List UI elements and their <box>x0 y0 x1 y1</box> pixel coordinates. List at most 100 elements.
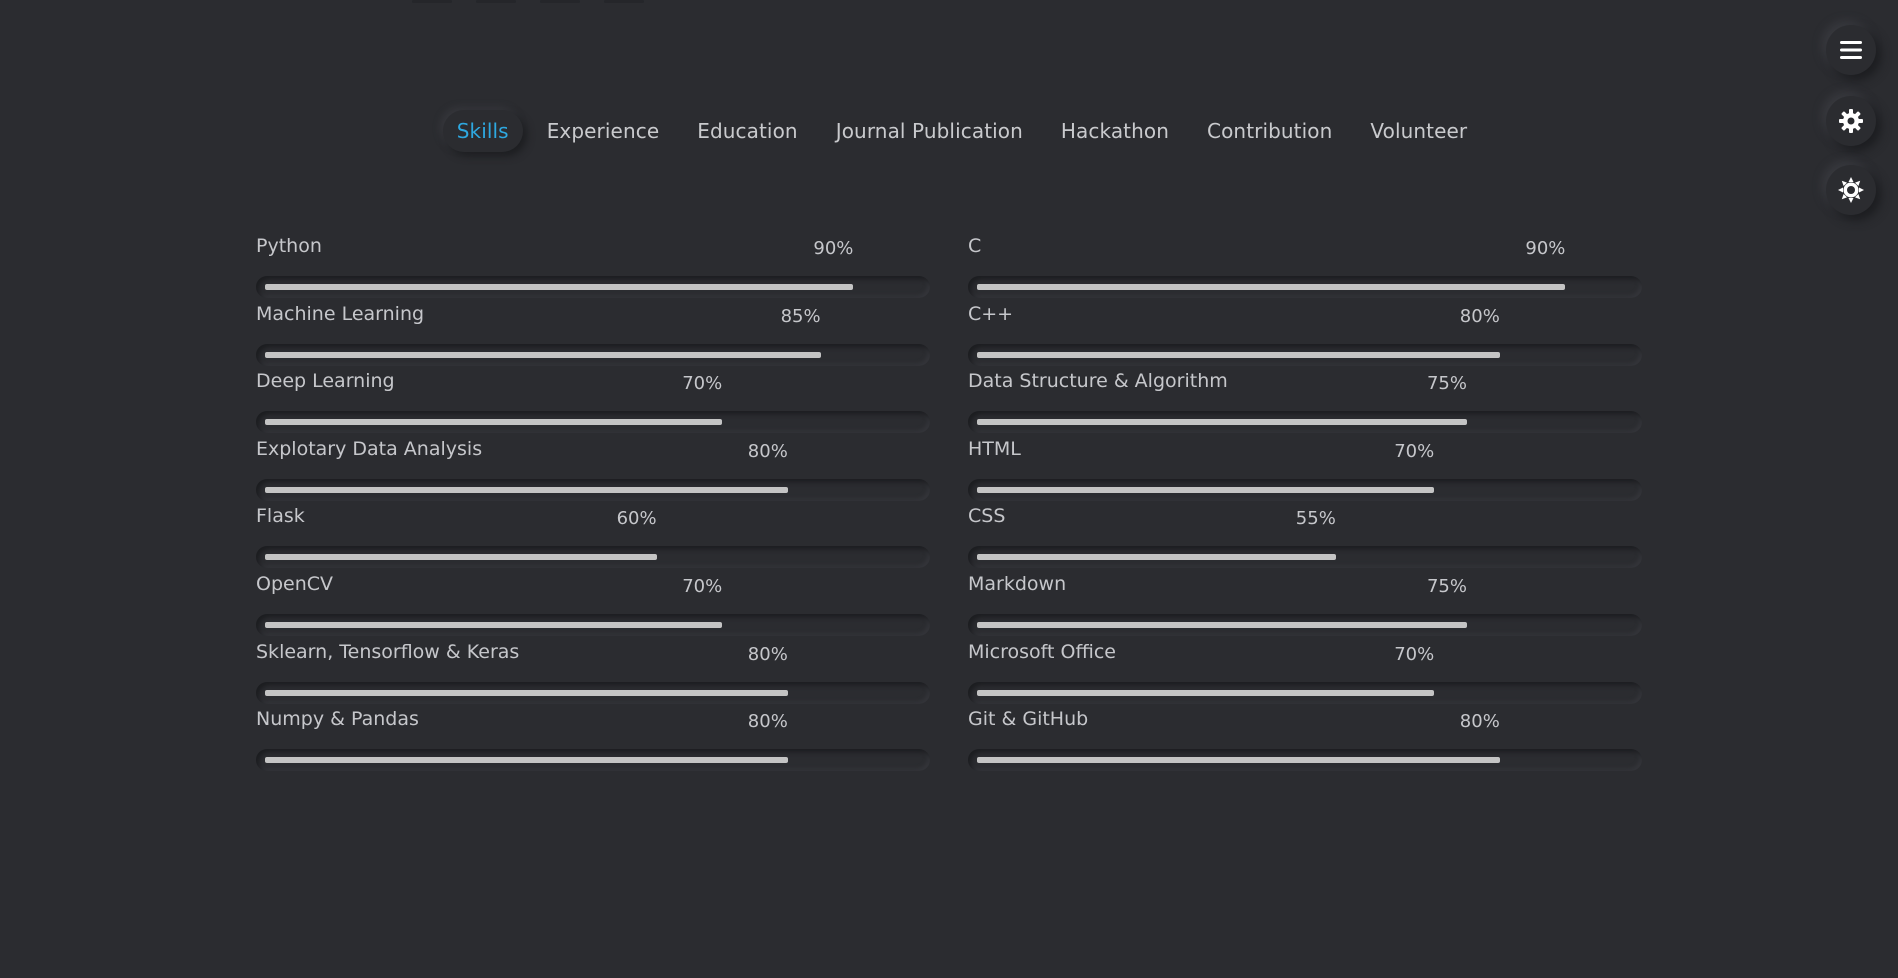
skill-row-deep-learning: Deep Learning 70% <box>256 367 930 435</box>
skill-row-css: CSS 55% <box>968 502 1642 570</box>
skill-percent-label: 70% <box>1394 440 1435 462</box>
skill-percent-label: 80% <box>747 643 788 665</box>
skill-name: CSS <box>968 505 1006 528</box>
tab-education[interactable]: Education <box>683 110 811 152</box>
skill-name: OpenCV <box>256 572 334 595</box>
progress-fill <box>265 757 788 764</box>
skill-percent-label: 90% <box>1525 238 1566 259</box>
skill-percent-label: 80% <box>747 440 788 462</box>
progress-track <box>256 478 930 501</box>
skill-row-microsoft-office: Microsoft Office 70% <box>968 638 1642 706</box>
progress-fill <box>265 554 657 561</box>
skill-percent-label: 55% <box>1295 508 1336 530</box>
progress-fill <box>977 284 1566 290</box>
skill-name: Markdown <box>968 572 1067 595</box>
top-decoration <box>604 0 644 3</box>
tab-experience[interactable]: Experience <box>533 110 674 152</box>
menu-button[interactable] <box>1826 25 1876 75</box>
progress-track <box>968 681 1642 704</box>
skill-row-flask: Flask 60% <box>256 502 930 570</box>
top-decoration <box>412 0 452 3</box>
skill-name: HTML <box>968 437 1021 460</box>
progress-fill <box>977 351 1500 358</box>
progress-fill <box>265 689 788 696</box>
skill-percent-label: 70% <box>682 373 723 395</box>
skill-name: Explotary Data Analysis <box>256 437 483 460</box>
top-decoration <box>540 0 580 3</box>
skill-name: Numpy & Pandas <box>256 708 419 731</box>
progress-track <box>256 681 930 704</box>
progress-fill <box>265 486 788 493</box>
progress-fill <box>977 757 1500 764</box>
progress-fill <box>265 621 723 628</box>
page: Skills Experience Education Journal Publ… <box>0 0 1898 978</box>
skill-row-git-github: Git & GitHub 80% <box>968 705 1642 773</box>
skill-percent-label: 85% <box>780 305 821 327</box>
skill-row-markdown: Markdown 75% <box>968 570 1642 638</box>
progress-track <box>968 343 1642 366</box>
progress-track <box>256 613 930 636</box>
skill-name: Deep Learning <box>256 370 395 393</box>
skills-column-right: C 90% C++ 80% Data Structure & Algorithm 75% H… <box>968 232 1642 773</box>
skill-name: Flask <box>256 505 305 528</box>
skill-name: Sklearn, Tensorflow & Keras <box>256 640 520 663</box>
progress-track <box>256 749 930 772</box>
skill-percent-label: 70% <box>682 575 723 597</box>
progress-fill <box>265 351 821 358</box>
skill-name: C++ <box>968 302 1014 325</box>
skill-name: Python <box>256 235 322 257</box>
skill-name: Data Structure & Algorithm <box>968 370 1228 393</box>
progress-track <box>256 276 930 298</box>
skill-row-c: C++ 80% <box>968 300 1642 368</box>
section-tabs: Skills Experience Education Journal Publ… <box>0 110 1898 152</box>
skill-name: Git & GitHub <box>968 708 1089 731</box>
progress-track <box>968 478 1642 501</box>
skill-row-numpy-pandas: Numpy & Pandas 80% <box>256 705 930 773</box>
progress-track <box>256 546 930 569</box>
progress-track <box>968 411 1642 434</box>
skill-name: Microsoft Office <box>968 640 1116 663</box>
progress-track <box>968 276 1642 298</box>
progress-fill <box>265 284 854 290</box>
tab-volunteer[interactable]: Volunteer <box>1356 110 1481 152</box>
theme-sun-icon <box>1838 177 1864 203</box>
skill-percent-label: 70% <box>1394 643 1435 665</box>
skill-row-opencv: OpenCV 70% <box>256 570 930 638</box>
top-decoration <box>476 0 516 3</box>
settings-button[interactable] <box>1826 96 1876 146</box>
progress-fill <box>977 621 1467 628</box>
progress-track <box>968 546 1642 569</box>
theme-toggle-button[interactable] <box>1826 165 1876 215</box>
skill-name: C <box>968 235 982 257</box>
tab-journal-publication[interactable]: Journal Publication <box>822 110 1037 152</box>
skill-row-data-structure-algorithm: Data Structure & Algorithm 75% <box>968 367 1642 435</box>
progress-fill <box>977 486 1435 493</box>
skill-name: Machine Learning <box>256 302 425 325</box>
skill-percent-label: 75% <box>1426 373 1467 395</box>
progress-track <box>256 343 930 366</box>
skill-row-machine-learning: Machine Learning 85% <box>256 300 930 368</box>
skill-percent-label: 80% <box>1459 711 1500 733</box>
progress-fill <box>977 689 1435 696</box>
tab-contribution[interactable]: Contribution <box>1193 110 1346 152</box>
progress-track <box>968 749 1642 772</box>
skill-percent-label: 80% <box>1459 305 1500 327</box>
skill-row-python: Python 90% <box>256 232 930 300</box>
skill-row-explotary-data-analysis: Explotary Data Analysis 80% <box>256 435 930 503</box>
skill-percent-label: 80% <box>747 711 788 733</box>
tab-skills[interactable]: Skills <box>442 110 523 152</box>
skills-column-left: Python 90% Machine Learning 85% Deep Learnin… <box>256 232 930 773</box>
skill-row-sklearn-tensorflow-keras: Sklearn, Tensorflow & Keras 80% <box>256 638 930 706</box>
skill-row-html: HTML 70% <box>968 435 1642 503</box>
skill-percent-label: 90% <box>813 238 854 259</box>
progress-track <box>256 411 930 434</box>
skill-percent-label: 75% <box>1426 575 1467 597</box>
menu-icon <box>1840 40 1862 60</box>
progress-fill <box>977 554 1336 561</box>
progress-fill <box>265 419 723 426</box>
skill-percent-label: 60% <box>616 508 657 530</box>
gear-icon <box>1838 108 1864 134</box>
tab-hackathon[interactable]: Hackathon <box>1047 110 1183 152</box>
skills-panel: Python 90% Machine Learning 85% Deep Learnin… <box>256 232 1642 773</box>
skill-row-c: C 90% <box>968 232 1642 300</box>
